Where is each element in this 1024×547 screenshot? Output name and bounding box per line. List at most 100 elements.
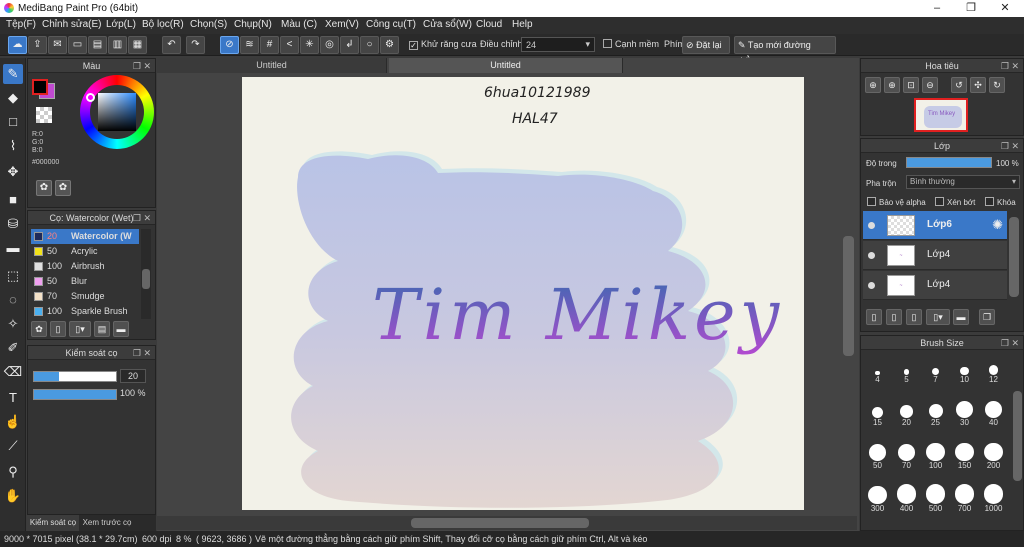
undo-icon[interactable]: ↶ [162, 36, 181, 54]
upload-icon[interactable]: ⇪ [28, 36, 47, 54]
eye-icon[interactable] [868, 222, 875, 229]
select-eraser-tool-icon[interactable]: ⌫ [3, 362, 23, 382]
brush-size-option[interactable]: 700 [950, 482, 979, 522]
zoom-in-icon[interactable]: ⊕ [865, 77, 881, 93]
panel-close-icon[interactable]: ❐ ✕ [133, 59, 151, 73]
pages-icon[interactable]: ▥ [108, 36, 127, 54]
smooth-checkbox[interactable] [603, 39, 612, 48]
curve-snap-icon[interactable]: ↲ [340, 36, 359, 54]
reset-button[interactable]: ⊘ Đặt lại [682, 36, 730, 54]
grid-icon[interactable]: ▦ [128, 36, 147, 54]
brush-list-scrollbar[interactable] [141, 229, 151, 319]
new-8bit-layer-icon[interactable]: ▯ [906, 309, 922, 325]
brush-size-option[interactable]: 7 [921, 353, 950, 393]
gear-icon[interactable]: ✺ [992, 217, 1003, 233]
brush-opacity-slider[interactable] [33, 389, 117, 400]
blend-mode-select[interactable]: Bình thường ▾ [906, 175, 1020, 189]
brush-size-option[interactable]: 1000 [979, 482, 1008, 522]
bucket-tool-icon[interactable]: ⛁ [3, 214, 23, 234]
panel-close-icon[interactable]: ❐ ✕ [1001, 59, 1019, 73]
operation-tool-icon[interactable]: ☝ [3, 412, 23, 432]
menu-cloud[interactable]: Cloud [476, 19, 502, 30]
hue-picker-handle[interactable] [86, 93, 95, 102]
brush-size-option[interactable]: 12 [979, 353, 1008, 393]
color-wheel[interactable] [80, 75, 154, 149]
brush-item[interactable]: 20 Watercolor (W [31, 229, 139, 244]
brush-size-option[interactable]: 200 [979, 439, 1008, 479]
brush-size-value[interactable]: 20 [120, 369, 146, 383]
zoom-fit-icon[interactable]: ⊕ [884, 77, 900, 93]
brush-size-option[interactable]: 20 [892, 396, 921, 436]
layer-row[interactable]: ~ Lớp4 [863, 241, 1007, 270]
vertical-scrollbar[interactable] [843, 236, 854, 356]
gradient-tool-icon[interactable]: ▬ [3, 238, 23, 258]
rect-fill-tool-icon[interactable]: ■ [3, 190, 23, 210]
brush-size-option[interactable]: 100 [921, 439, 950, 479]
brush-tool-icon[interactable]: ✎ [3, 64, 23, 84]
brush-size-slider[interactable] [33, 371, 117, 382]
brush-size-option[interactable]: 10 [950, 353, 979, 393]
brush-size-option[interactable]: 50 [863, 439, 892, 479]
correction-select[interactable]: 24 ▾ [521, 37, 595, 52]
dot-tool-icon[interactable]: □ [3, 112, 23, 132]
panel-close-icon[interactable]: ❐ ✕ [1001, 139, 1019, 153]
flip-icon[interactable]: ✣ [970, 77, 986, 93]
rotate-left-icon[interactable]: ↺ [951, 77, 967, 93]
text-tool-icon[interactable]: T [3, 388, 23, 408]
eyedropper-tool-icon[interactable]: ⚲ [3, 462, 23, 482]
select-tool-icon[interactable]: ⬚ [3, 266, 23, 286]
brush-size-option[interactable]: 40 [979, 396, 1008, 436]
settings-icon[interactable]: ⚙ [380, 36, 399, 54]
brush-item[interactable]: 100 Sparkle Brush [31, 304, 139, 319]
brush-item[interactable]: 50 Acrylic [31, 244, 139, 259]
menu-color[interactable]: Màu (C) [281, 19, 317, 30]
folder-icon[interactable]: ▬ [113, 321, 129, 337]
primary-color-swatch[interactable] [32, 79, 48, 95]
layer-menu-icon[interactable]: ▯▾ [926, 309, 950, 325]
duplicate-layer-icon[interactable]: ❐ [979, 309, 995, 325]
brush-item[interactable]: 70 Smudge [31, 289, 139, 304]
eye-icon[interactable] [868, 282, 875, 289]
brush-size-option[interactable]: 30 [950, 396, 979, 436]
rotate-right-icon[interactable]: ↻ [989, 77, 1005, 93]
parallel-snap-icon[interactable]: ≋ [240, 36, 259, 54]
menu-view[interactable]: Xem(V) [325, 19, 359, 30]
menu-capture[interactable]: Chụp(N) [234, 19, 272, 30]
new-layer-icon[interactable]: ▯ [866, 309, 882, 325]
brush-size-option[interactable]: 25 [921, 396, 950, 436]
chat-icon[interactable]: ✉ [48, 36, 67, 54]
brush-size-option[interactable]: 300 [863, 482, 892, 522]
close-button[interactable]: ✕ [988, 0, 1022, 17]
menu-layer[interactable]: Lớp(L) [106, 19, 136, 30]
doc-tab-active[interactable]: Untitled [389, 58, 623, 73]
correction-tool-icon[interactable]: ⌇ [3, 136, 23, 156]
divide-tool-icon[interactable]: ⟋ [3, 436, 23, 456]
menu-edit[interactable]: Chỉnh sửa(E) [42, 19, 102, 30]
new-straight-line-button[interactable]: ✎ Tạo mới đường thẳng [734, 36, 836, 66]
brush-size-option[interactable]: 150 [950, 439, 979, 479]
menu-help[interactable]: Help [512, 19, 533, 30]
brush-menu-icon[interactable]: ▯▾ [69, 321, 91, 337]
brush-item[interactable]: 50 Blur [31, 274, 139, 289]
vanish-snap-icon[interactable]: < [280, 36, 299, 54]
panel-close-icon[interactable]: ❐ ✕ [133, 346, 151, 360]
layer-opacity-slider[interactable] [906, 157, 992, 168]
menu-window[interactable]: Cửa sổ(W) [423, 19, 472, 30]
menu-select[interactable]: Chọn(S) [190, 19, 227, 30]
layer-row[interactable]: Lớp6 ✺ [863, 211, 1007, 240]
brush-size-option[interactable]: 500 [921, 482, 950, 522]
brush-size-option[interactable]: 15 [863, 396, 892, 436]
transparent-color-swatch[interactable] [36, 107, 52, 123]
add-brush-icon[interactable]: ✿ [31, 321, 47, 337]
ellipse-snap-icon[interactable]: ○ [360, 36, 379, 54]
radial-snap-icon[interactable]: ✳ [300, 36, 319, 54]
brush-size-option[interactable]: 4 [863, 353, 892, 393]
tab-brush-control[interactable]: Kiểm soát cọ [27, 515, 79, 531]
lock-checkbox[interactable] [985, 197, 994, 206]
move-tool-icon[interactable]: ✥ [3, 162, 23, 182]
layer-row[interactable]: ~ Lớp4 [863, 271, 1007, 300]
crosshatch-snap-icon[interactable]: # [260, 36, 279, 54]
brush-size-scrollbar[interactable] [1013, 391, 1022, 481]
brush-size-option[interactable]: 400 [892, 482, 921, 522]
circle-snap-icon[interactable]: ◎ [320, 36, 339, 54]
